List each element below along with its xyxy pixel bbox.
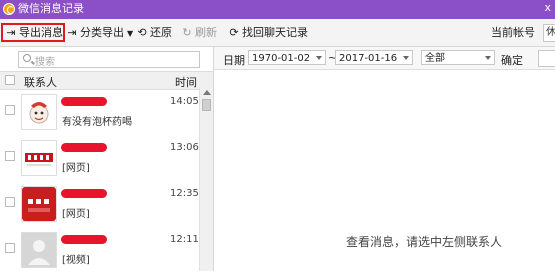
contact-name-redacted (61, 235, 107, 244)
contact-name-redacted (61, 97, 107, 106)
row-checkbox[interactable] (5, 197, 15, 207)
refresh-icon: ↻ (182, 26, 192, 39)
contact-row[interactable]: 有没有泡杯药喝 14:05 (0, 90, 199, 135)
highlight-box (1, 23, 65, 42)
scroll-thumb[interactable] (202, 99, 211, 111)
restore-icon: ⟲ (137, 26, 147, 39)
contact-sidebar: 搜索 联系人 时间 有没有泡杯药喝 14:05 [网页] 13:06 [网页] … (0, 47, 214, 271)
message-time: 12:35 (170, 188, 199, 199)
app-logo-icon (3, 3, 15, 15)
restore-button[interactable]: ⟲ 还原 (136, 25, 172, 41)
message-time: 12:11 (170, 234, 199, 245)
confirm-button[interactable]: 确定 (501, 52, 523, 68)
message-time: 14:05 (170, 96, 199, 107)
start-date-value: 1970-01-02 (252, 53, 311, 64)
row-checkbox[interactable] (5, 105, 15, 115)
account-select[interactable]: 休 (543, 24, 555, 42)
recover-chats-label: 找回聊天记录 (242, 26, 308, 39)
contact-name-redacted (61, 143, 107, 152)
toolbar: ⇥ 导出消息 ⇥ 分类导出 ▼ ⟲ 还原 ↻ 刷新 ⟳ 找回聊天记录 当前帐号 (0, 19, 555, 47)
chevron-down-icon: ▼ (127, 29, 134, 38)
empty-state-message: 查看消息，请选中左侧联系人 (346, 235, 503, 249)
last-message: [网页] (62, 163, 90, 174)
avatar (21, 140, 57, 176)
last-message: 有没有泡杯药喝 (62, 117, 132, 128)
contact-name-redacted (61, 189, 107, 198)
search-input[interactable]: 搜索 (18, 51, 200, 68)
column-time: 时间 (175, 76, 197, 89)
chevron-down-icon (403, 56, 409, 60)
end-date-value: 2017-01-16 (339, 53, 398, 64)
row-checkbox[interactable] (5, 151, 15, 161)
chevron-down-icon (316, 56, 322, 60)
export-by-category-button[interactable]: ⇥ 分类导出 ▼ (66, 25, 133, 41)
contact-row[interactable]: [网页] 12:35 (0, 182, 199, 227)
list-header: 联系人 时间 (0, 71, 213, 90)
title-bar: 微信消息记录 x (0, 0, 555, 19)
refresh-button[interactable]: ↻ 刷新 (181, 25, 217, 41)
select-all-checkbox[interactable] (5, 75, 15, 85)
export-category-icon: ⇥ (67, 26, 77, 39)
search-icon (23, 54, 31, 62)
avatar (21, 94, 57, 130)
chevron-down-icon (485, 56, 491, 60)
scroll-up-arrow-icon[interactable] (203, 90, 211, 95)
contact-row[interactable]: [网页] 13:06 (0, 136, 199, 181)
filter-bar: 日期 1970-01-02 ~ 2017-01-16 全部 确定 (214, 47, 555, 70)
avatar (21, 186, 57, 222)
end-date-picker[interactable]: 2017-01-16 (335, 50, 413, 65)
search-placeholder: 搜索 (35, 57, 55, 68)
message-type-select[interactable]: 全部 (421, 50, 495, 65)
last-message: [网页] (62, 209, 90, 220)
recover-chats-button[interactable]: ⟳ 找回聊天记录 (228, 25, 308, 41)
start-date-picker[interactable]: 1970-01-02 (248, 50, 326, 65)
message-panel: 日期 1970-01-02 ~ 2017-01-16 全部 确定 查看消息，请选… (214, 47, 555, 271)
contact-row[interactable]: [视频] 12:11 (0, 228, 199, 273)
restore-label: 还原 (150, 26, 172, 39)
date-label: 日期 (223, 54, 245, 67)
recover-icon: ⟳ (229, 26, 239, 39)
message-time: 13:06 (170, 142, 199, 153)
column-contact: 联系人 (24, 76, 57, 89)
close-icon[interactable]: x (544, 1, 551, 14)
window-title: 微信消息记录 (18, 2, 84, 15)
avatar (21, 232, 57, 268)
last-message: [视频] (62, 255, 90, 266)
refresh-label: 刷新 (195, 26, 217, 39)
filter-extra-box[interactable] (538, 50, 555, 67)
current-account-label: 当前帐号 (491, 26, 535, 39)
scrollbar[interactable] (199, 87, 213, 271)
export-by-category-label: 分类导出 (80, 26, 124, 39)
message-type-value: 全部 (425, 53, 445, 64)
row-checkbox[interactable] (5, 243, 15, 253)
